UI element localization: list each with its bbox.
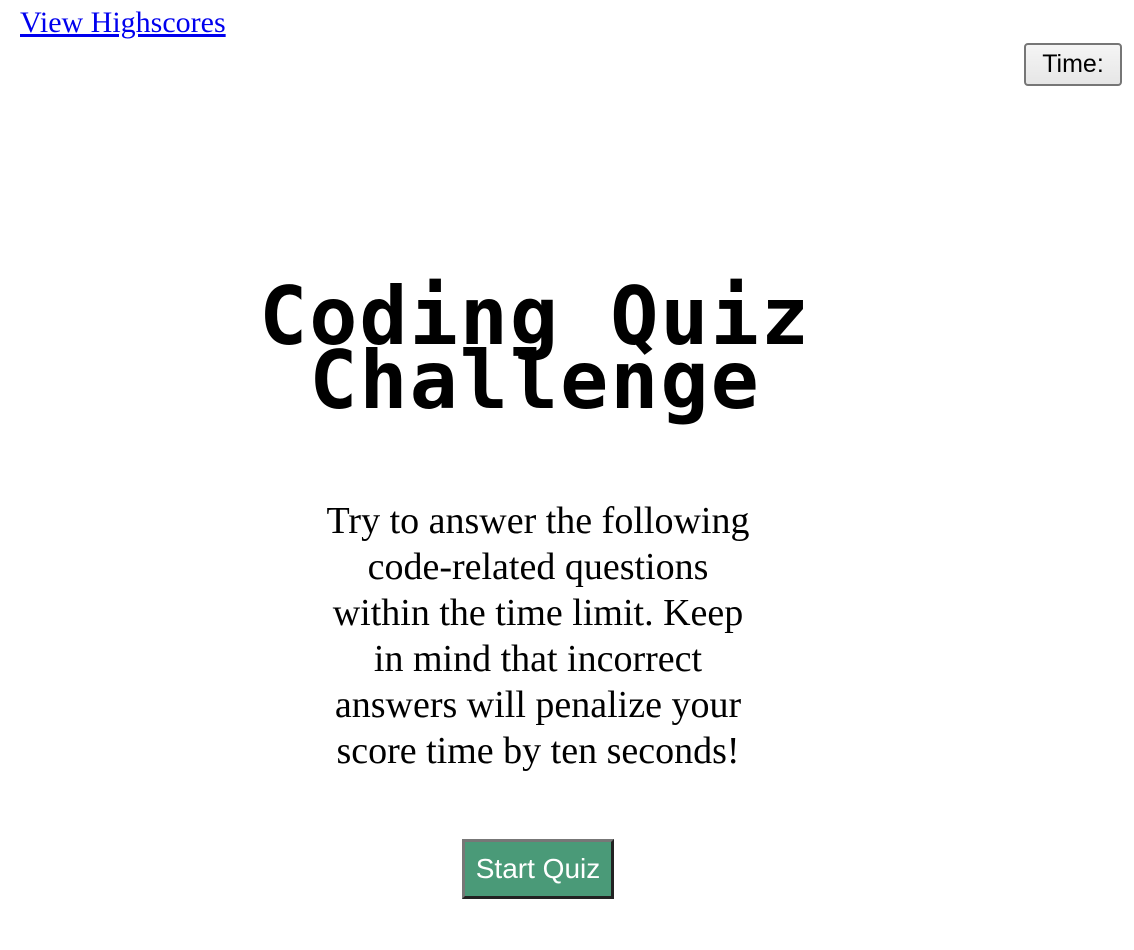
start-quiz-button[interactable]: Start Quiz <box>462 839 614 899</box>
page-title: Coding Quiz Challenge <box>150 277 920 421</box>
quiz-instructions: Try to answer the following code-related… <box>326 500 750 772</box>
view-highscores-link[interactable]: View Highscores <box>20 6 226 40</box>
time-button[interactable]: Time: <box>1024 43 1122 86</box>
